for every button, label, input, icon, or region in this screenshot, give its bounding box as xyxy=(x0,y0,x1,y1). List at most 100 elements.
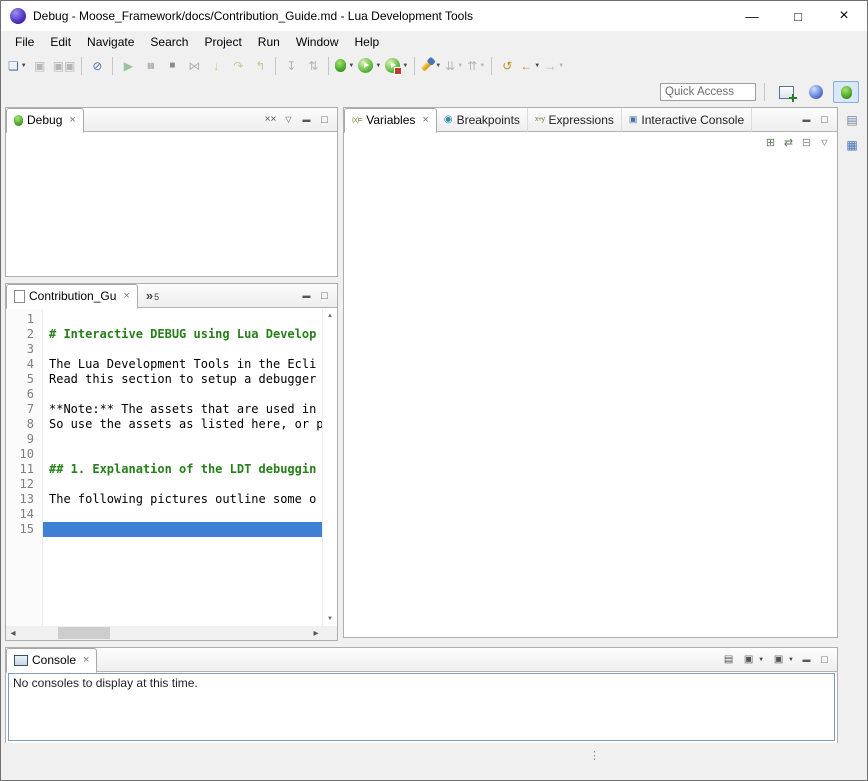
previous-annotation-button[interactable]: ⇈ ▼ xyxy=(465,55,487,77)
menu-file[interactable]: File xyxy=(7,33,42,51)
line-text[interactable] xyxy=(43,507,323,522)
maximize-view-icon[interactable]: □ xyxy=(817,652,832,668)
use-step-filters-button[interactable]: ⇅ xyxy=(302,55,324,77)
menu-project[interactable]: Project xyxy=(196,33,249,51)
editor-tab-label: Contribution_Gu xyxy=(29,289,116,303)
line-text[interactable]: # Interactive DEBUG using Lua Develop xyxy=(43,327,323,342)
minimize-view-icon[interactable]: ▬ xyxy=(799,652,814,668)
next-annotation-button[interactable]: ⇊ ▼ xyxy=(443,55,465,77)
editor-vertical-scrollbar[interactable]: ▲ ▼ xyxy=(322,309,337,626)
maximize-view-icon[interactable]: □ xyxy=(317,112,332,128)
line-text[interactable]: The following pictures outline some o xyxy=(43,492,323,507)
line-text[interactable]: **Note:** The assets that are used in xyxy=(43,402,323,417)
run-launch-button[interactable]: ▼ xyxy=(356,55,383,77)
view-menu-icon[interactable]: ▽ xyxy=(281,112,296,128)
line-text[interactable] xyxy=(43,312,323,327)
resume-button[interactable]: ▶ xyxy=(117,55,139,77)
lua-perspective-button[interactable] xyxy=(803,81,829,103)
tab-expressions[interactable]: x+y Expressions xyxy=(528,108,622,132)
step-into-button[interactable]: ↓ xyxy=(205,55,227,77)
line-text[interactable]: ## 1. Explanation of the LDT debuggin xyxy=(43,462,323,477)
tab-variables[interactable]: (x)= Variables × xyxy=(344,108,437,133)
debug-view-body[interactable] xyxy=(6,133,337,276)
line-text[interactable] xyxy=(43,477,323,492)
scroll-up-icon[interactable]: ▲ xyxy=(327,309,333,323)
scroll-down-icon[interactable]: ▼ xyxy=(327,612,333,626)
quick-access-input[interactable] xyxy=(660,83,756,101)
horizontal-scroll-thumb[interactable] xyxy=(58,627,110,639)
window-minimize-button[interactable]: — xyxy=(729,1,775,31)
line-text[interactable] xyxy=(43,432,323,447)
minimize-view-icon[interactable]: ▬ xyxy=(799,112,814,128)
close-icon[interactable]: × xyxy=(422,114,428,126)
terminate-button[interactable]: ■ xyxy=(161,55,183,77)
tab-contribution-guide[interactable]: Contribution_Gu × xyxy=(6,284,138,309)
menu-navigate[interactable]: Navigate xyxy=(79,33,142,51)
back-button[interactable]: ← ▼ xyxy=(518,55,542,77)
close-icon[interactable]: × xyxy=(123,290,129,302)
debug-launch-button[interactable]: ▼ xyxy=(333,55,356,77)
menu-help[interactable]: Help xyxy=(347,33,388,51)
restore-minimized-view-button[interactable]: ▤ xyxy=(842,111,862,129)
last-edit-location-button[interactable]: ↺ xyxy=(496,55,518,77)
view-menu-icon[interactable]: ▽ xyxy=(817,135,832,151)
close-icon[interactable]: × xyxy=(69,114,75,126)
line-text[interactable]: The Lua Development Tools in the Ecli xyxy=(43,357,323,372)
remove-terminated-launches-icon[interactable]: ×× xyxy=(263,112,278,128)
save-all-button[interactable]: ▣▣ xyxy=(51,55,78,77)
show-type-names-icon[interactable]: ⊞ xyxy=(763,135,778,151)
line-text[interactable] xyxy=(43,522,323,537)
console-body[interactable]: No consoles to display at this time. xyxy=(8,673,835,741)
drop-to-frame-button[interactable]: ↧ xyxy=(280,55,302,77)
line-text[interactable]: So use the assets as listed here, or p xyxy=(43,417,323,432)
scroll-left-icon[interactable]: ◂ xyxy=(6,626,20,640)
editor-content[interactable]: 1 2 # Interactive DEBUG using Lua Develo… xyxy=(6,309,323,626)
editor-horizontal-scrollbar[interactable]: ◂ ▸ xyxy=(6,626,323,640)
line-text[interactable]: Read this section to setup a debugger xyxy=(43,372,323,387)
suspend-button[interactable]: ▮▮ xyxy=(139,55,161,77)
chevron-icon: » xyxy=(146,288,153,303)
window-maximize-button[interactable]: □ xyxy=(775,1,821,31)
line-text[interactable] xyxy=(43,342,323,357)
scroll-right-icon[interactable]: ▸ xyxy=(309,626,323,640)
debug-perspective-button[interactable] xyxy=(833,81,859,103)
show-logical-structure-icon[interactable]: ⇄ xyxy=(781,135,796,151)
collapse-all-icon[interactable]: ⊟ xyxy=(799,135,814,151)
open-perspective-button[interactable] xyxy=(773,81,799,103)
maximize-view-icon[interactable]: □ xyxy=(317,288,332,304)
title-bar[interactable]: Debug - Moose_Framework/docs/Contributio… xyxy=(1,1,867,31)
maximize-view-icon[interactable]: □ xyxy=(817,112,832,128)
minimized-view-button[interactable]: ▦ xyxy=(842,136,862,154)
close-icon[interactable]: × xyxy=(83,654,89,666)
open-console-button[interactable]: ▣ ▼ xyxy=(769,649,796,671)
display-selected-console-button[interactable]: ▣ ▼ xyxy=(739,649,766,671)
forward-button[interactable]: → ▼ xyxy=(542,55,566,77)
external-tools-button[interactable]: ▼ xyxy=(383,55,410,77)
menu-run[interactable]: Run xyxy=(250,33,288,51)
editor-line: 12 xyxy=(6,477,323,492)
save-button[interactable]: ▣ xyxy=(29,55,51,77)
search-button[interactable]: ▼ xyxy=(419,55,443,77)
tab-console[interactable]: Console × xyxy=(6,648,97,673)
menu-edit[interactable]: Edit xyxy=(42,33,79,51)
line-text[interactable] xyxy=(43,447,323,462)
editor-panel: Contribution_Gu × » 5 ▬ □ 1 2 xyxy=(5,283,338,641)
skip-all-breakpoints-button[interactable]: ⊘ xyxy=(86,55,108,77)
tab-debug[interactable]: Debug × xyxy=(6,108,84,133)
window-close-button[interactable]: × xyxy=(821,1,867,31)
tab-interactive-console[interactable]: ▣ Interactive Console xyxy=(622,108,752,132)
menu-window[interactable]: Window xyxy=(288,33,347,51)
editor-tab-overflow[interactable]: » 5 xyxy=(138,288,167,303)
minimize-view-icon[interactable]: ▬ xyxy=(299,288,314,304)
tab-breakpoints[interactable]: ◉ Breakpoints xyxy=(437,108,528,132)
clear-console-icon[interactable]: ▤ xyxy=(721,652,736,668)
statusbar-drag-handle[interactable]: ⋮ xyxy=(589,749,600,762)
menu-search[interactable]: Search xyxy=(142,33,196,51)
step-over-button[interactable]: ↷ xyxy=(227,55,249,77)
new-button[interactable]: ❏ ▼ xyxy=(6,55,29,77)
step-return-button[interactable]: ↰ xyxy=(249,55,271,77)
disconnect-button[interactable]: ⋈ xyxy=(183,55,205,77)
line-text[interactable] xyxy=(43,387,323,402)
variables-view-body[interactable] xyxy=(344,154,837,637)
minimize-view-icon[interactable]: ▬ xyxy=(299,112,314,128)
